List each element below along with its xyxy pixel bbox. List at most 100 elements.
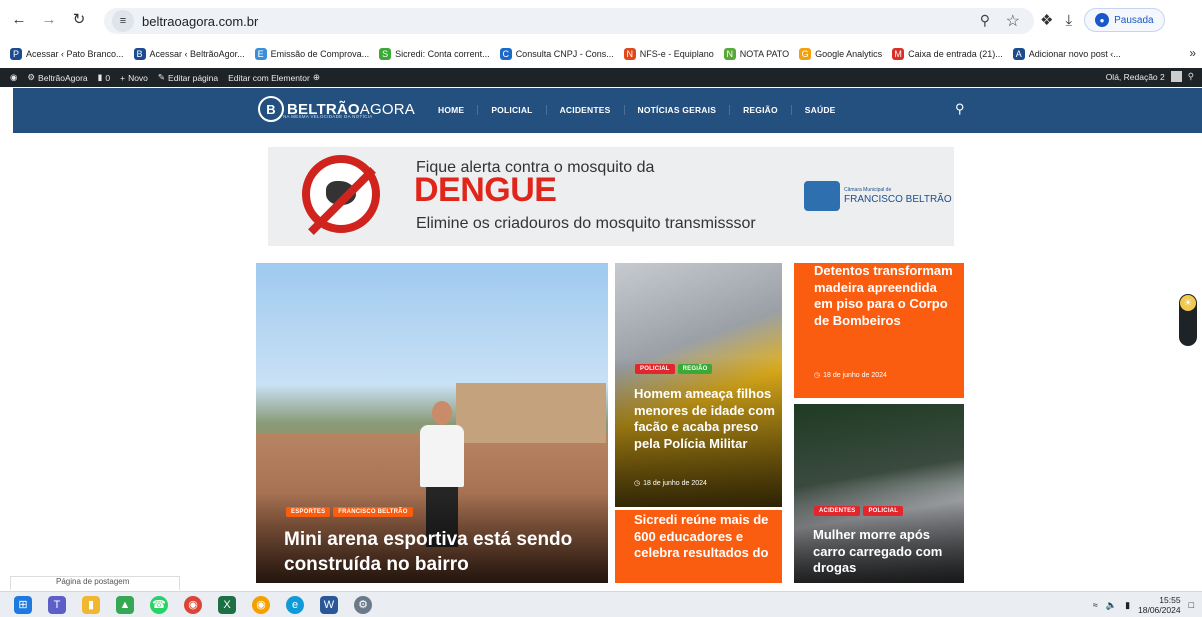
nav-link-5[interactable]: SAÚDE (792, 105, 849, 115)
bookmark-favicon-icon: M (892, 48, 905, 60)
article-date: ◷ 18 de junho de 2024 (814, 371, 887, 380)
article-date: ◷ 18 de junho de 2024 (634, 479, 707, 488)
zoom-icon[interactable]: ⚲ (980, 12, 990, 29)
bookmark-star-icon[interactable]: ☆ (1006, 11, 1020, 31)
bookmark-item[interactable]: G Google Analytics (799, 48, 882, 60)
bookmark-favicon-icon: A (1012, 48, 1025, 60)
wp-site-link[interactable]: ⚙ BeltrãoAgora (27, 72, 87, 83)
bookmark-item[interactable]: A Adicionar novo post ‹... (1012, 48, 1121, 60)
comment-icon: ▮ (97, 72, 103, 82)
site-info-icon[interactable]: ≡ (112, 10, 134, 32)
battery-icon[interactable]: ▮ (1125, 600, 1130, 611)
bookmark-label: Acessar ‹ Pato Branco... (26, 49, 124, 59)
bookmark-item[interactable]: C Consulta CNPJ - Cons... (499, 48, 614, 60)
nav-link-4[interactable]: REGIÃO (730, 105, 792, 115)
theme-toggle[interactable]: ☀ (1179, 294, 1197, 346)
clock[interactable]: 15:55 18/06/2024 (1138, 595, 1181, 615)
status-tooltip: Página de postagem (10, 576, 180, 590)
address-bar[interactable]: ≡ beltraoagora.com.br ⚲ ☆ (104, 8, 1034, 34)
wp-search-icon[interactable]: ⚲ (1188, 71, 1194, 82)
category-tag[interactable]: POLICIAL (635, 364, 675, 374)
wp-greeting[interactable]: Olá, Redação 2 (1106, 72, 1165, 82)
teams-icon[interactable]: T (48, 595, 66, 614)
excel-icon[interactable]: X (218, 595, 236, 614)
plus-circle-icon: ⊕ (312, 72, 320, 82)
download-icon[interactable]: ⤓ (1065, 12, 1072, 29)
word-icon[interactable]: W (320, 595, 338, 614)
wifi-icon[interactable]: ≈ (1093, 600, 1098, 610)
plus-icon: + (120, 72, 126, 83)
extensions-icon[interactable]: ❖ (1040, 11, 1053, 29)
article-card[interactable]: Detentos transformam madeira apreendida … (794, 263, 964, 398)
bookmark-item[interactable]: B Acessar ‹ BeltrãoAgor... (133, 48, 245, 60)
wp-edit-page-link[interactable]: ✎ Editar página (158, 72, 218, 83)
bookmark-label: Emissão de Comprova... (270, 49, 370, 59)
logo-b-icon: B (258, 96, 284, 122)
featured-article-title[interactable]: Mini arena esportiva está sendo construí… (284, 527, 584, 577)
windows-taskbar: ⊞ T ▮ ▲ ☎ ◉ X ◉ e W ⚙ ≈ 🔈 ▮ 15:55 18/06/… (0, 591, 1202, 617)
article-card[interactable]: Sicredi reúne mais de 600 educadores e c… (615, 510, 782, 583)
bookmarks-overflow-icon[interactable]: » (1189, 46, 1196, 60)
profile-avatar-icon: ● (1095, 13, 1110, 27)
site-search-icon[interactable]: ⚲ (955, 101, 965, 117)
bookmark-label: NOTA PATO (739, 49, 790, 59)
nav-link-2[interactable]: ACIDENTES (547, 105, 625, 115)
article-title[interactable]: Homem ameaça filhos menores de idade com… (634, 386, 779, 452)
settings-gear-icon[interactable]: ⚙ (354, 595, 372, 614)
article-title[interactable]: Sicredi reúne mais de 600 educadores e c… (634, 512, 779, 562)
chrome-icon[interactable]: ◉ (184, 595, 202, 614)
bookmark-label: Acessar ‹ BeltrãoAgor... (149, 49, 245, 59)
windows-start-icon[interactable]: ⊞ (14, 595, 32, 614)
category-tag[interactable]: POLICIAL (863, 506, 904, 516)
category-tag[interactable]: FRANCISCO BELTRÃO (333, 507, 413, 517)
bookmark-favicon-icon: S (379, 48, 392, 60)
bookmark-favicon-icon: P (10, 48, 22, 60)
wordpress-logo-icon[interactable]: ◉ (10, 72, 17, 83)
reload-icon[interactable]: ↻ (68, 8, 90, 30)
user-avatar[interactable] (1170, 71, 1182, 82)
article-title[interactable]: Detentos transformam madeira apreendida … (814, 263, 954, 329)
category-tag[interactable]: ESPORTES (286, 507, 331, 517)
wp-new-link[interactable]: + Novo (120, 73, 148, 83)
article-card[interactable]: POLICIAL REGIÃO Homem ameaça filhos menor… (615, 263, 782, 507)
category-tag[interactable]: ACIDENTES (814, 506, 861, 516)
category-tag[interactable]: REGIÃO (677, 364, 713, 374)
url-text[interactable]: beltraoagora.com.br (142, 14, 258, 29)
google-drive-icon[interactable]: ▲ (116, 595, 134, 614)
chrome-profile-icon[interactable]: ◉ (252, 595, 270, 614)
volume-icon[interactable]: 🔈 (1106, 600, 1117, 611)
nav-link-3[interactable]: NOTÍCIAS GERAIS (625, 105, 731, 115)
edge-icon[interactable]: e (286, 595, 304, 614)
bookmark-item[interactable]: M Caixa de entrada (21)... (892, 48, 1003, 60)
wp-comments-link[interactable]: ▮ 0 (98, 72, 110, 83)
ad-line-3: Elimine os criadouros do mosquito transm… (416, 215, 756, 232)
bookmarks-bar: P Acessar ‹ Pato Branco... B Acessar ‹ Belt… (0, 43, 1202, 65)
dashboard-icon: ⚙ (27, 72, 36, 82)
profile-status: Pausada (1114, 14, 1154, 26)
bookmark-item[interactable]: E Emissão de Comprova... (254, 48, 370, 60)
nav-link-1[interactable]: POLICIAL (478, 105, 547, 115)
ad-headline: DENGUE (414, 171, 557, 209)
file-explorer-icon[interactable]: ▮ (82, 595, 100, 614)
bookmark-item[interactable]: N NOTA PATO (723, 48, 790, 60)
forward-arrow-icon[interactable]: → (38, 8, 60, 30)
article-title[interactable]: Mulher morre após carro carregado com dr… (813, 527, 958, 577)
profile-button[interactable]: ● Pausada (1084, 8, 1165, 32)
bookmark-label: Google Analytics (815, 49, 883, 59)
bookmark-item[interactable]: S Sicredi: Conta corrent... (379, 48, 490, 60)
wp-elementor-link[interactable]: Editar com Elementor ⊕ (228, 72, 320, 83)
nav-link-0[interactable]: HOME (425, 105, 479, 115)
bookmark-item[interactable]: N NFS-e - Equiplano (623, 48, 714, 60)
article-card[interactable]: ACIDENTES POLICIAL Mulher morre após carr… (794, 404, 964, 583)
dengue-ad-banner[interactable]: Fique alerta contra o mosquito da DENGUE… (268, 147, 954, 246)
sun-icon: ☀ (1180, 295, 1196, 311)
wp-admin-bar: ◉ ⚙ BeltrãoAgora ▮ 0 + Novo ✎ Editar pág… (0, 68, 1202, 87)
featured-article-card[interactable]: ESPORTES FRANCISCO BELTRÃO Mini arena esp… (256, 263, 608, 583)
bookmark-label: Adicionar novo post ‹... (1028, 49, 1121, 59)
notification-icon[interactable]: □ (1189, 600, 1194, 610)
bookmark-item[interactable]: P Acessar ‹ Pato Branco... (10, 48, 124, 60)
clock-icon: ◷ (814, 372, 821, 379)
whatsapp-icon[interactable]: ☎ (150, 595, 168, 614)
pencil-icon: ✎ (157, 72, 166, 82)
back-arrow-icon[interactable]: ← (8, 8, 30, 30)
